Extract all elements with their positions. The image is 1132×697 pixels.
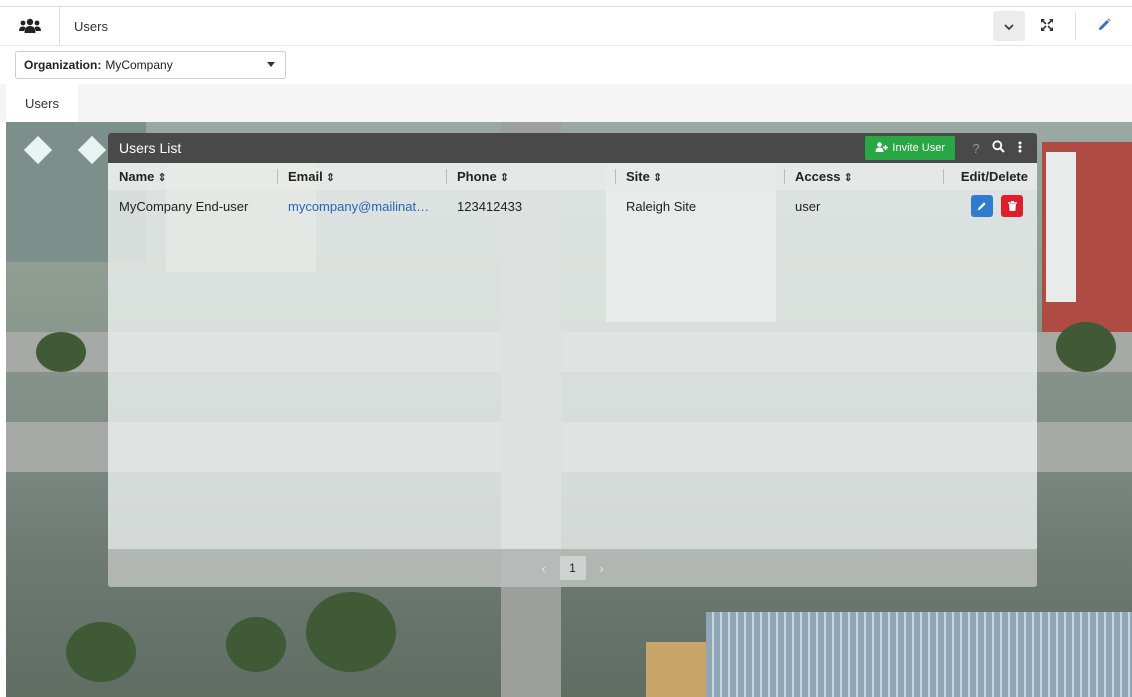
fullscreen-button[interactable] <box>1031 11 1063 41</box>
trash-icon <box>1007 199 1017 214</box>
column-header-name[interactable]: Name ⇕ <box>108 163 277 190</box>
users-list-panel: Users List Invite User ? Name ⇕ Email ⇕ … <box>108 133 1037 587</box>
column-header-site[interactable]: Site ⇕ <box>615 163 784 190</box>
users-icon <box>0 7 60 45</box>
cell-phone: 123412433 <box>457 198 523 214</box>
page-title: Users <box>74 18 108 34</box>
chevron-down-icon <box>1004 19 1014 34</box>
sort-icon: ⇕ <box>499 172 509 184</box>
table-row: MyCompany End-user mycompany@mailinator.… <box>108 190 1037 222</box>
edit-user-button[interactable] <box>971 195 994 217</box>
users-table: Name ⇕ Email ⇕ Phone ⇕ Site ⇕ Access ⇕ Edit/D… <box>108 163 1037 222</box>
expand-icon <box>1040 18 1054 35</box>
organization-select[interactable]: Organization: MyCompany <box>15 51 286 79</box>
cell-site: Raleigh Site <box>626 198 697 214</box>
ellipsis-vertical-icon <box>1018 141 1022 156</box>
table-header-row: Name ⇕ Email ⇕ Phone ⇕ Site ⇕ Access ⇕ Edit/D… <box>108 163 1037 190</box>
cell-email-link[interactable]: mycompany@mailinator.... <box>277 190 446 222</box>
column-header-edit-delete: Edit/Delete <box>943 163 1037 190</box>
sort-icon: ⇕ <box>652 172 663 184</box>
top-bar: Users <box>0 6 1132 46</box>
collapse-button[interactable] <box>993 11 1025 41</box>
more-options-button[interactable] <box>1009 136 1031 160</box>
sort-icon: ⇕ <box>157 172 167 184</box>
panel-header: Users List Invite User ? <box>108 133 1037 163</box>
column-header-email[interactable]: Email ⇕ <box>277 163 446 190</box>
edit-page-button[interactable] <box>1088 11 1120 41</box>
cell-access: user <box>795 198 821 214</box>
toolbar-divider <box>1075 12 1076 40</box>
organization-value: MyCompany <box>105 58 173 72</box>
search-button[interactable] <box>987 136 1009 160</box>
sort-icon: ⇕ <box>325 172 335 184</box>
panel-title: Users List <box>119 140 182 156</box>
pencil-icon <box>977 199 987 214</box>
column-header-phone[interactable]: Phone ⇕ <box>446 163 615 190</box>
user-plus-icon <box>875 141 889 155</box>
cell-actions <box>943 190 1037 222</box>
caret-down-icon <box>267 62 275 67</box>
help-button[interactable]: ? <box>965 136 987 160</box>
tab-users[interactable]: Users <box>6 84 78 122</box>
delete-user-button[interactable] <box>1001 195 1023 217</box>
tab-bar: Users <box>0 84 1132 122</box>
search-icon <box>991 140 1005 156</box>
invite-user-label: Invite User <box>892 142 945 154</box>
cell-name: MyCompany End-user <box>119 198 249 214</box>
pagination: ‹ 1 › <box>108 549 1037 587</box>
help-label: ? <box>972 140 980 156</box>
page-number-button[interactable]: 1 <box>559 556 586 580</box>
next-page-button[interactable]: › <box>592 561 612 576</box>
organization-label: Organization: <box>24 58 102 72</box>
pencil-icon <box>1098 18 1111 34</box>
previous-page-button[interactable]: ‹ <box>534 561 554 576</box>
invite-user-button[interactable]: Invite User <box>865 136 955 160</box>
sort-icon: ⇕ <box>843 172 853 184</box>
organization-row: Organization: MyCompany <box>0 46 1132 84</box>
column-header-access[interactable]: Access ⇕ <box>784 163 943 190</box>
